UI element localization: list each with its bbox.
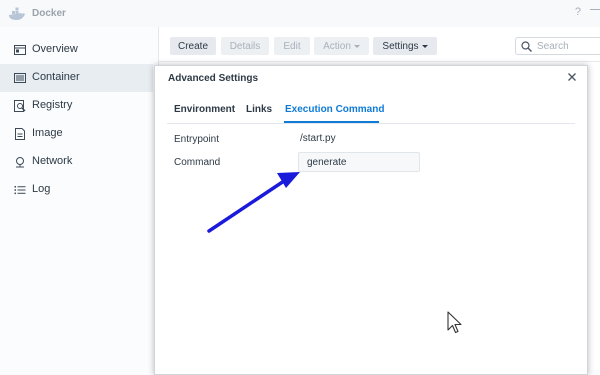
command-input[interactable] (298, 152, 420, 172)
tab-execution-command[interactable]: Execution Command (285, 104, 384, 115)
details-button[interactable]: Details (221, 37, 269, 55)
sidebar-item-image[interactable]: Image (0, 120, 153, 148)
help-button[interactable]: ? (575, 6, 581, 18)
chevron-down-icon (353, 44, 360, 48)
entrypoint-value: /start.py (300, 133, 336, 144)
sidebar: Overview Container Registry Image Networ… (0, 27, 159, 370)
image-icon (15, 128, 25, 140)
tab-environment[interactable]: Environment (174, 104, 235, 115)
window-titlebar: Docker ? (0, 0, 600, 27)
action-label: Action (323, 40, 351, 52)
entrypoint-label: Entrypoint (174, 134, 220, 145)
search-icon (521, 41, 532, 52)
list-divider (159, 61, 600, 62)
action-dropdown[interactable]: Action (314, 37, 369, 55)
sidebar-item-overview[interactable]: Overview (0, 36, 153, 64)
sidebar-item-label: Log (32, 183, 51, 195)
log-icon (14, 186, 26, 195)
sidebar-item-registry[interactable]: Registry (0, 92, 153, 120)
chevron-down-icon (421, 44, 428, 48)
registry-icon (14, 100, 26, 112)
minimize-button[interactable] (590, 9, 600, 10)
network-icon (16, 157, 24, 168)
create-button[interactable]: Create (170, 37, 216, 55)
edit-button[interactable]: Edit (274, 37, 310, 55)
active-tab-indicator (284, 121, 379, 123)
sidebar-item-label: Network (32, 155, 73, 167)
sidebar-item-label: Overview (32, 43, 78, 55)
search-input[interactable] (537, 39, 600, 53)
advanced-settings-dialog: Advanced Settings Environment Links Exec… (154, 65, 588, 375)
sidebar-item-container[interactable]: Container (0, 64, 153, 92)
dialog-tabs: Environment Links Execution Command (155, 90, 587, 125)
command-label: Command (174, 157, 221, 168)
close-icon[interactable] (567, 72, 577, 82)
app-title: Docker (32, 8, 66, 19)
dialog-title: Advanced Settings (168, 73, 259, 84)
search-box[interactable] (515, 37, 600, 55)
sidebar-item-label: Container (32, 71, 80, 83)
mouse-cursor-icon (447, 311, 462, 334)
docker-logo-icon (9, 7, 25, 20)
sidebar-item-label: Image (32, 127, 63, 139)
sidebar-item-label: Registry (32, 99, 73, 111)
container-icon (14, 73, 26, 83)
overview-icon (14, 45, 26, 55)
sidebar-item-log[interactable]: Log (0, 176, 153, 204)
tabs-divider (167, 123, 575, 124)
tab-links[interactable]: Links (246, 104, 272, 115)
settings-dropdown[interactable]: Settings (373, 37, 437, 55)
settings-label: Settings (382, 40, 419, 52)
sidebar-item-network[interactable]: Network (0, 148, 153, 176)
dialog-header: Advanced Settings (155, 66, 587, 90)
